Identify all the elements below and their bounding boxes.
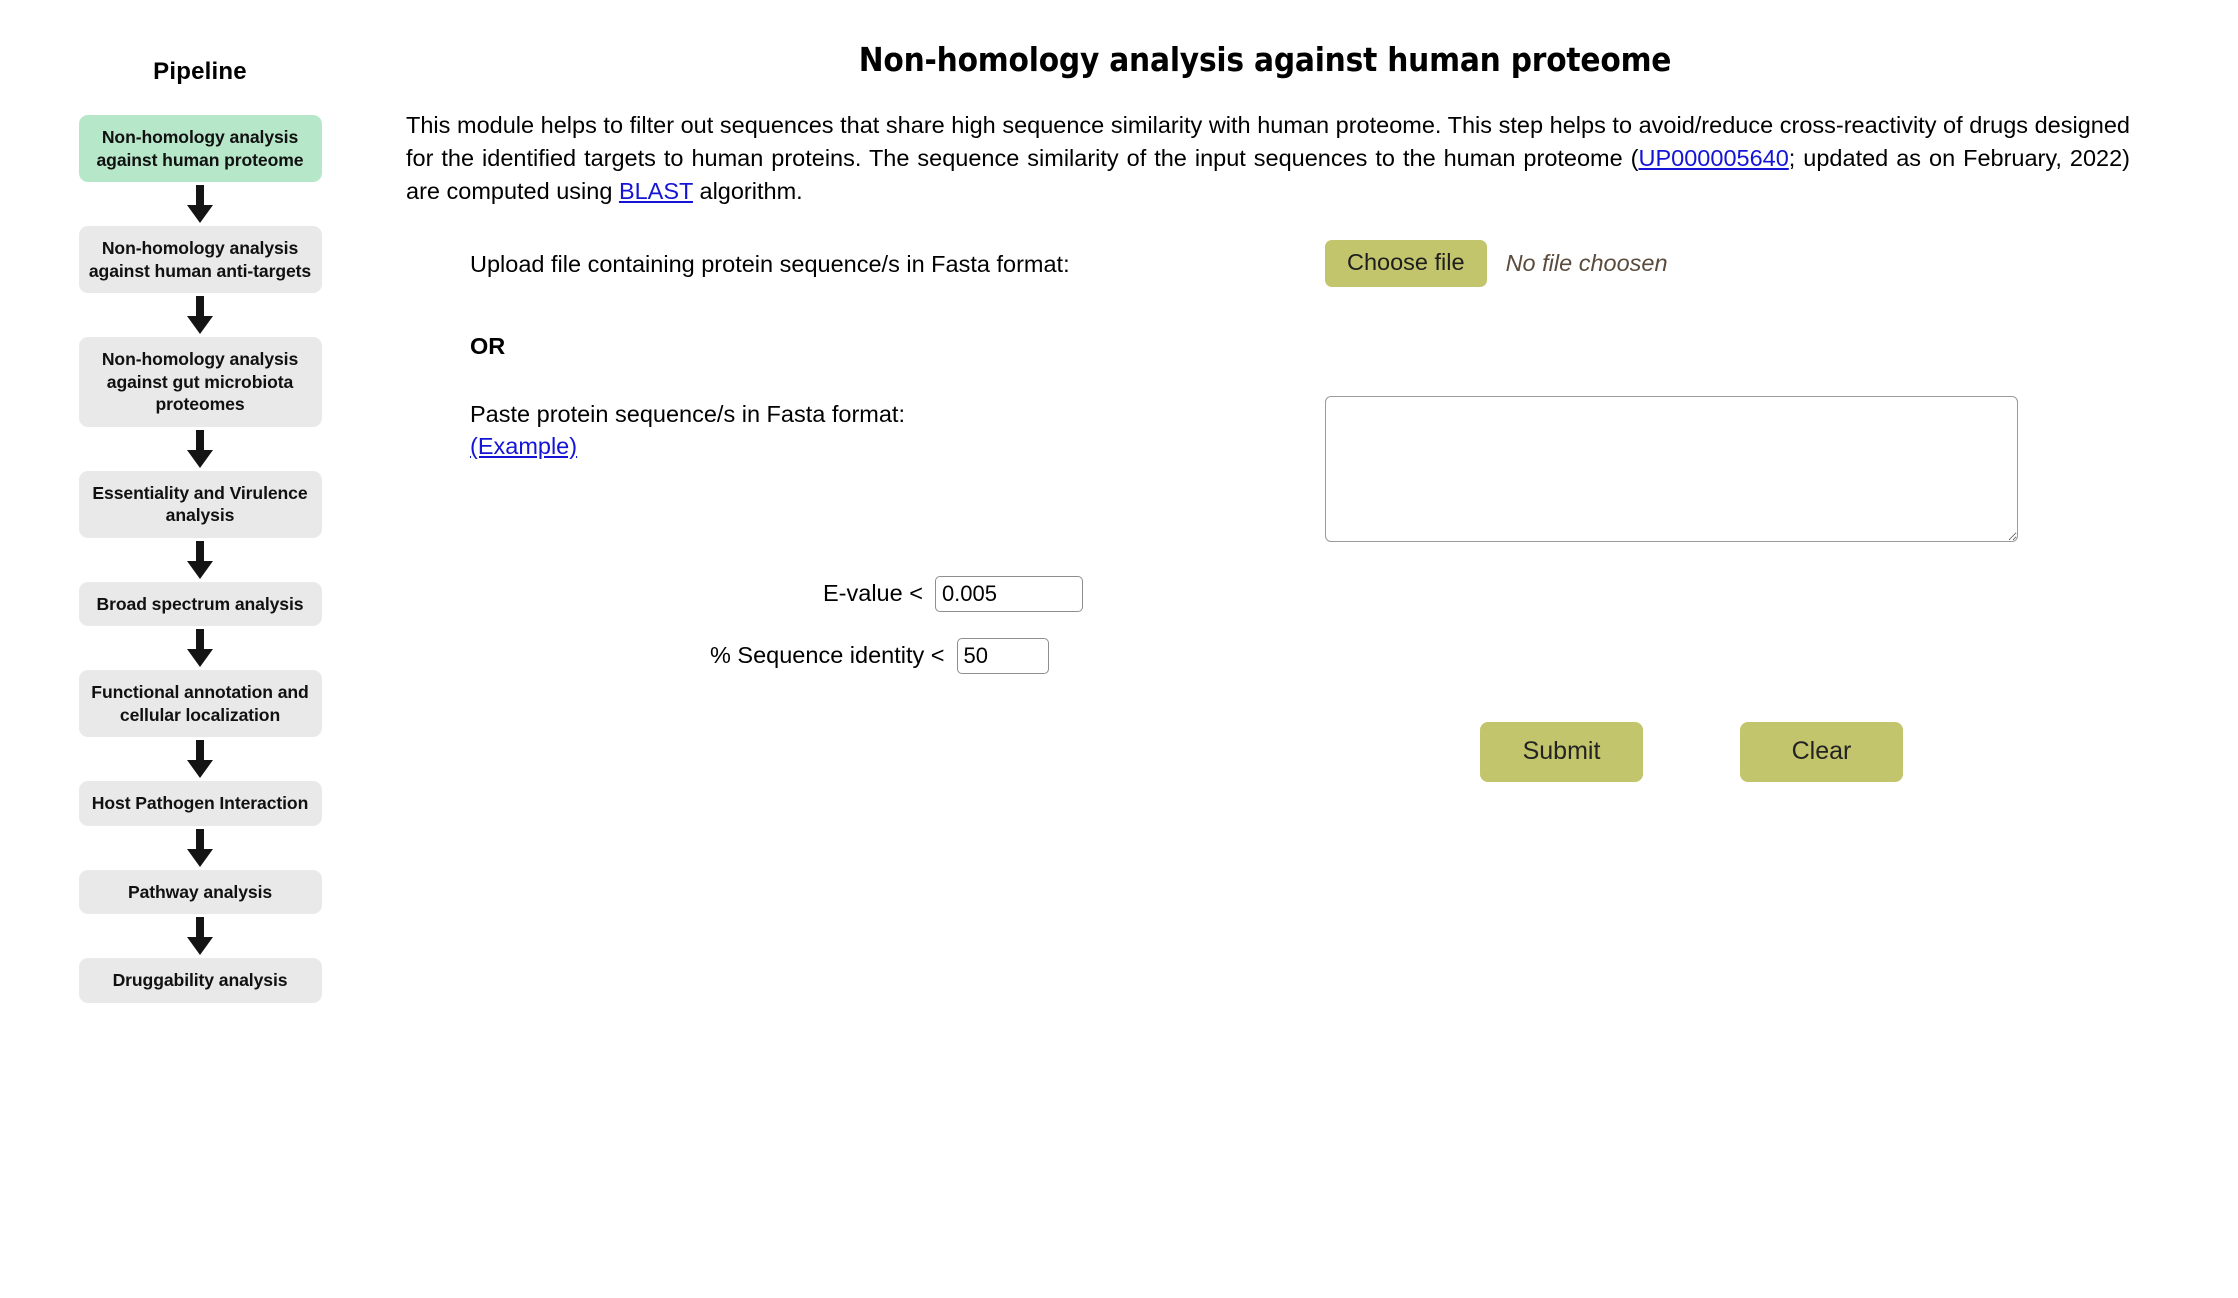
- main-content: Non-homology analysis against human prot…: [400, 0, 2238, 782]
- sequence-identity-label: % Sequence identity <: [710, 642, 945, 669]
- upload-file-row: Upload file containing protein sequence/…: [470, 240, 2238, 287]
- submission-form: Upload file containing protein sequence/…: [400, 240, 2238, 782]
- arrow-connector-4: [183, 538, 217, 582]
- evalue-input[interactable]: [934, 575, 1083, 612]
- or-separator-label: OR: [470, 332, 506, 359]
- sequence-textarea[interactable]: [1325, 395, 2018, 542]
- form-actions: Submit Clear: [470, 721, 2238, 782]
- pipeline-step-list: Non-homology analysis against human prot…: [78, 115, 322, 1003]
- arrow-down-icon: [187, 296, 213, 335]
- arrow-connector-7: [183, 826, 217, 870]
- pipeline-title: Pipeline: [153, 58, 247, 85]
- pipeline-step-label: Essentiality and Virulence analysis: [92, 482, 308, 526]
- evalue-label: E-value <: [823, 580, 923, 607]
- arrow-down-icon: [187, 740, 213, 779]
- pipeline-step-label: Druggability analysis: [112, 970, 288, 991]
- pipeline-step-label: Functional annotation and cellular local…: [91, 682, 309, 725]
- arrow-connector-3: [183, 427, 217, 471]
- arrow-down-icon: [187, 429, 213, 468]
- description-part-3: algorithm.: [692, 178, 803, 205]
- arrow-connector-6: [183, 737, 217, 781]
- pipeline-step-label: Non-homology analysis against human prot…: [96, 127, 304, 170]
- sequence-identity-input[interactable]: [956, 637, 1049, 674]
- pipeline-step-label: Host Pathogen Interaction: [91, 793, 309, 814]
- pipeline-sidebar: Pipeline Non-homology analysis against h…: [0, 0, 400, 1003]
- arrow-down-icon: [187, 629, 213, 668]
- page-title: Non-homology analysis against human prot…: [858, 40, 1672, 79]
- sidebar-item-essentiality-virulence[interactable]: Essentiality and Virulence analysis: [78, 470, 322, 538]
- paste-sequence-row: Paste protein sequence/s in Fasta format…: [470, 395, 2238, 542]
- arrow-connector-8: [183, 914, 217, 958]
- example-link[interactable]: (Example): [470, 431, 577, 463]
- arrow-down-icon: [187, 828, 213, 867]
- pipeline-step-label: Pathway analysis: [127, 881, 273, 902]
- uniprot-proteome-link[interactable]: UP000005640: [1639, 145, 1789, 171]
- pipeline-step-label: Broad spectrum analysis: [96, 593, 304, 614]
- pipeline-step-label: Non-homology analysis against human anti…: [88, 238, 312, 281]
- module-description: This module helps to filter out sequence…: [406, 109, 2130, 208]
- arrow-down-icon: [187, 540, 213, 579]
- arrow-down-icon: [187, 185, 213, 224]
- pipeline-step-label: Non-homology analysis against gut microb…: [101, 349, 299, 415]
- paste-sequence-label-text: Paste protein sequence/s in Fasta format…: [470, 400, 905, 427]
- sidebar-item-druggability-analysis[interactable]: Druggability analysis: [78, 958, 322, 1003]
- sidebar-item-non-homology-anti-targets[interactable]: Non-homology analysis against human anti…: [78, 226, 322, 294]
- submit-button[interactable]: Submit: [1480, 721, 1643, 782]
- arrow-connector-5: [183, 626, 217, 670]
- blast-link[interactable]: BLAST: [619, 178, 693, 204]
- sidebar-item-pathway-analysis[interactable]: Pathway analysis: [78, 869, 322, 915]
- sidebar-item-functional-annotation[interactable]: Functional annotation and cellular local…: [78, 670, 322, 738]
- evalue-row: E-value <: [470, 575, 2238, 612]
- arrow-connector-2: [183, 293, 217, 337]
- sequence-identity-row: % Sequence identity <: [470, 637, 2238, 674]
- page-root: Pipeline Non-homology analysis against h…: [0, 0, 2238, 1298]
- choose-file-button[interactable]: Choose file: [1325, 240, 1487, 287]
- sidebar-item-host-pathogen-interaction[interactable]: Host Pathogen Interaction: [78, 781, 322, 826]
- no-file-chosen-text: No file choosen: [1505, 250, 1668, 277]
- sidebar-item-broad-spectrum[interactable]: Broad spectrum analysis: [78, 581, 322, 627]
- paste-sequence-label: Paste protein sequence/s in Fasta format…: [470, 396, 1325, 462]
- clear-button[interactable]: Clear: [1740, 721, 1903, 782]
- sidebar-item-non-homology-gut-microbiota[interactable]: Non-homology analysis against gut microb…: [78, 337, 322, 427]
- sidebar-item-non-homology-human-proteome[interactable]: Non-homology analysis against human prot…: [78, 115, 322, 183]
- upload-file-label: Upload file containing protein sequence/…: [470, 251, 1070, 278]
- arrow-down-icon: [187, 917, 213, 956]
- arrow-connector-1: [183, 182, 217, 226]
